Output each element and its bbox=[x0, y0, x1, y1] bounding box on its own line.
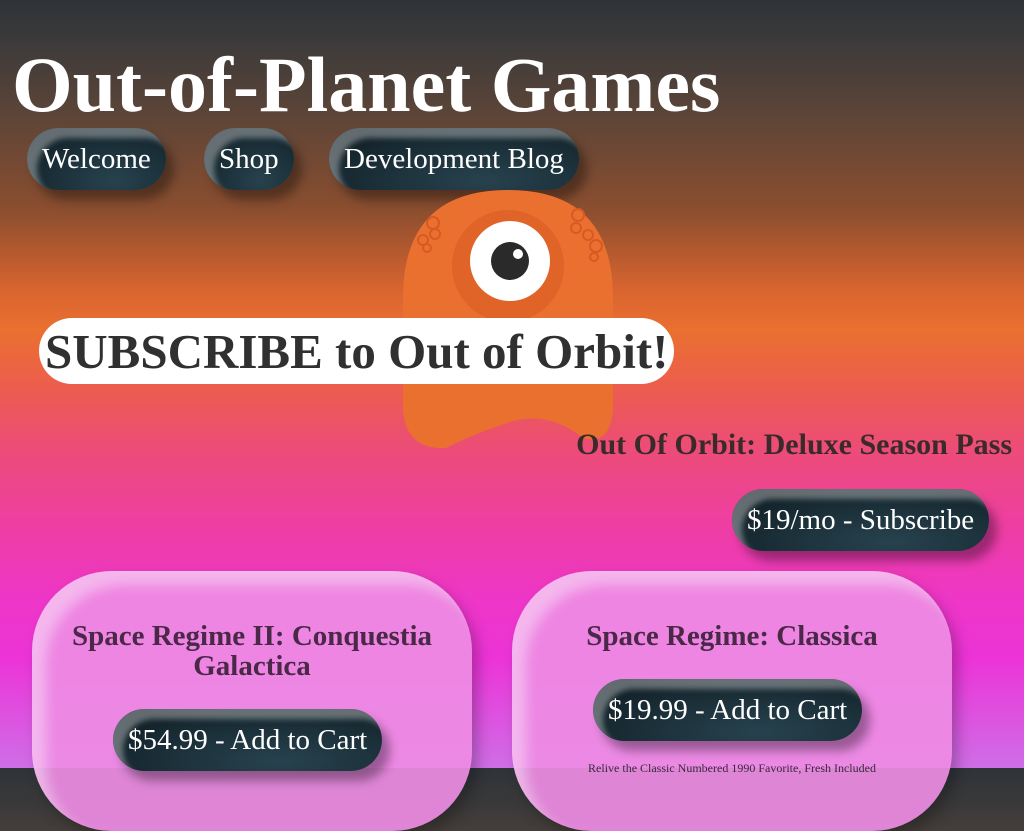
add-to-cart-button[interactable]: $19.99 - Add to Cart bbox=[593, 679, 863, 741]
product-description: Relive the Classic Numbered 1990 Favorit… bbox=[588, 761, 876, 775]
subscribe-button[interactable]: $19/mo - Subscribe bbox=[732, 489, 990, 551]
product-title: Space Regime: Classica bbox=[586, 620, 878, 652]
product-card-space-regime-ii: Space Regime II: Conquestia Galactica $5… bbox=[32, 571, 472, 831]
nav-development-blog[interactable]: Development Blog bbox=[329, 128, 579, 190]
season-pass-title: Out Of Orbit: Deluxe Season Pass bbox=[576, 428, 1012, 461]
nav-shop[interactable]: Shop bbox=[204, 128, 294, 190]
nav-welcome[interactable]: Welcome bbox=[27, 128, 166, 190]
subscribe-banner: SUBSCRIBE to Out of Orbit! bbox=[39, 318, 675, 384]
site-title: Out-of-Planet Games bbox=[12, 41, 721, 128]
product-title: Space Regime II: Conquestia Galactica bbox=[71, 620, 433, 682]
product-card-space-regime-classica: Space Regime: Classica $19.99 - Add to C… bbox=[512, 571, 952, 831]
add-to-cart-button[interactable]: $54.99 - Add to Cart bbox=[113, 709, 383, 771]
